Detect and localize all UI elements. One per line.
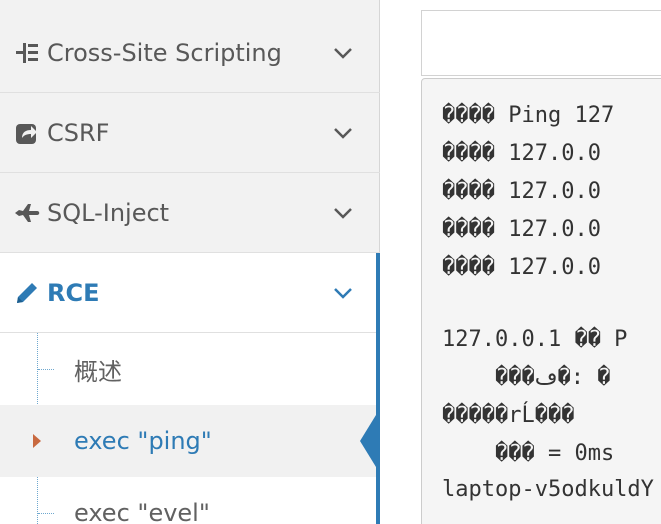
active-pointer-icon: [360, 415, 376, 467]
tree-connector: [38, 368, 54, 370]
submenu-item-label: exec "ping": [74, 427, 212, 455]
submenu-item-exec-evel[interactable]: exec "evel": [0, 477, 380, 524]
output-line: ���� Ping 127: [442, 103, 615, 128]
output-line: ���� 127.0.0: [442, 255, 601, 280]
sidebar: Cross-Site Scripting CSRF SQL-Inject RCE…: [0, 0, 380, 524]
sidebar-item-xss[interactable]: Cross-Site Scripting: [0, 13, 380, 93]
chevron-down-icon: [334, 127, 352, 139]
submenu-item-exec-ping[interactable]: exec "ping": [0, 405, 380, 477]
submenu-item-overview[interactable]: 概述: [0, 333, 380, 405]
output-line: laptop-v5odkuldY: [442, 477, 654, 502]
rce-submenu: 概述 exec "ping" exec "evel": [0, 333, 380, 524]
output-line: ���� 127.0.0: [442, 179, 601, 204]
output-line: ���� 127.0.0: [442, 141, 601, 166]
sidebar-item-rce[interactable]: RCE: [0, 253, 380, 333]
output-line: 127.0.0.1 �� P: [442, 327, 628, 352]
ip-input[interactable]: [421, 10, 661, 76]
submenu-item-label: exec "evel": [74, 499, 210, 524]
sidebar-item-label: Cross-Site Scripting: [47, 38, 282, 67]
chevron-down-icon: [334, 207, 352, 219]
output-line: �����rĹ���: [442, 403, 575, 428]
chevron-down-icon: [334, 47, 352, 59]
sidebar-item-csrf[interactable]: CSRF: [0, 93, 380, 173]
submenu-item-label: 概述: [74, 357, 122, 386]
output-line: ��� = 0ms: [442, 441, 615, 466]
sidebar-item-label: CSRF: [47, 118, 110, 147]
share-icon: [12, 118, 42, 148]
list-tree-icon: [12, 38, 42, 68]
caret-right-icon: [33, 434, 41, 448]
plane-icon: [12, 198, 42, 228]
output-line: ���ڡ�: �: [442, 365, 611, 390]
sidebar-item-label: RCE: [47, 278, 100, 307]
pencil-icon: [12, 278, 42, 308]
chevron-down-icon: [334, 287, 352, 299]
command-output: ���� Ping 127 ���� 127.0.0 ���� 127.0.0 …: [421, 78, 661, 524]
main-content: ���� Ping 127 ���� 127.0.0 ���� 127.0.0 …: [381, 0, 661, 524]
sidebar-item-sql-inject[interactable]: SQL-Inject: [0, 173, 380, 253]
output-line: ���� 127.0.0: [442, 217, 601, 242]
sidebar-item-label: SQL-Inject: [47, 198, 170, 227]
tree-connector: [38, 512, 54, 514]
active-indicator: [376, 253, 380, 524]
